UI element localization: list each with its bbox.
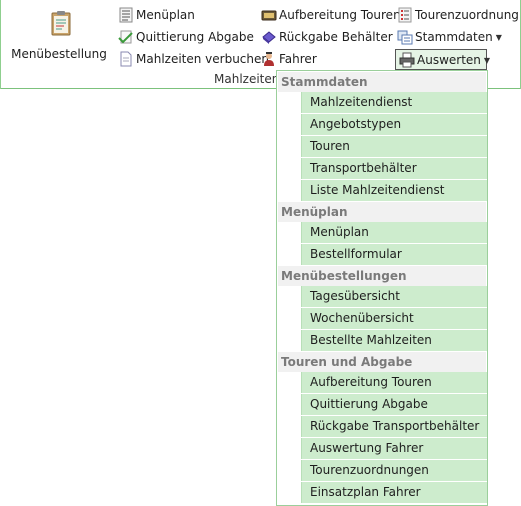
auswerten-label: Auswerten <box>417 53 481 67</box>
tray-icon <box>261 7 277 23</box>
auswerten-dropdown-button[interactable]: Auswerten ▼ <box>395 49 491 70</box>
chevron-down-icon: ▼ <box>495 32 502 42</box>
menu-section-stammdaten: Stammdaten <box>278 72 486 92</box>
menu-item-tourenzuordnungen[interactable]: Tourenzuordnungen <box>301 460 487 481</box>
document-icon <box>118 51 134 67</box>
return-container-icon <box>261 29 277 45</box>
menu-section-menubestellungen: Menübestellungen <box>278 266 486 286</box>
menu-item-auswertung-fahrer[interactable]: Auswertung Fahrer <box>301 438 487 459</box>
menu-item-angebotstypen[interactable]: Angebotstypen <box>301 114 487 135</box>
aufbereitung-touren-label: Aufbereitung Touren <box>279 8 401 22</box>
menuplan-label: Menüplan <box>136 8 195 22</box>
menubestellung-label: Menübestellung <box>11 47 107 61</box>
menu-item-menuplan[interactable]: Menüplan <box>301 222 487 243</box>
auswerten-dropdown-menu: Stammdaten Mahlzeitendienst Angebotstype… <box>276 70 488 506</box>
stammdaten-label: Stammdaten <box>415 30 493 44</box>
fahrer-label: Fahrer <box>279 52 317 66</box>
menu-item-bestellformular[interactable]: Bestellformular <box>301 244 487 265</box>
menu-item-wochenubersicht[interactable]: Wochenübersicht <box>301 308 487 329</box>
ruckgabe-behalter-label: Rückgabe Behälter <box>279 30 393 44</box>
menu-list-icon <box>118 7 134 23</box>
checkmark-document-icon <box>118 29 134 45</box>
menu-item-liste-mahlzeitendienst[interactable]: Liste Mahlzeitendienst <box>301 180 487 201</box>
menu-item-mahlzeitendienst[interactable]: Mahlzeitendienst <box>301 92 487 113</box>
menu-section-menuplan: Menüplan <box>278 202 486 222</box>
mahlzeiten-verbuchen-label: Mahlzeiten verbuchen <box>136 52 270 66</box>
menu-item-tagesubersicht[interactable]: Tagesübersicht <box>301 286 487 307</box>
menu-item-touren[interactable]: Touren <box>301 136 487 157</box>
master-data-icon <box>397 29 413 45</box>
menu-section-touren-und-abgabe: Touren und Abgabe <box>278 352 486 372</box>
menu-item-transportbehalter[interactable]: Transportbehälter <box>301 158 487 179</box>
menu-item-aufbereitung-touren[interactable]: Aufbereitung Touren <box>301 372 487 393</box>
quittierung-abgabe-label: Quittierung Abgabe <box>136 30 254 44</box>
menu-item-einsatzplan-fahrer[interactable]: Einsatzplan Fahrer <box>301 482 487 503</box>
list-assign-icon <box>397 7 413 23</box>
menu-item-ruckgabe-transportbehalter[interactable]: Rückgabe Transportbehälter <box>301 416 487 437</box>
menu-item-bestellte-mahlzeiten[interactable]: Bestellte Mahlzeiten <box>301 330 487 351</box>
menubestellung-button[interactable]: Menübestellung <box>8 6 108 66</box>
ribbon-border-left <box>0 0 1 89</box>
menu-item-quittierung-abgabe[interactable]: Quittierung Abgabe <box>301 394 487 415</box>
clipboard-order-icon <box>50 10 72 36</box>
chevron-down-icon: ▼ <box>483 55 491 65</box>
driver-person-icon <box>261 51 277 67</box>
tourenzuordnung-label: Tourenzuordnung <box>415 8 519 22</box>
printer-icon <box>399 52 415 68</box>
